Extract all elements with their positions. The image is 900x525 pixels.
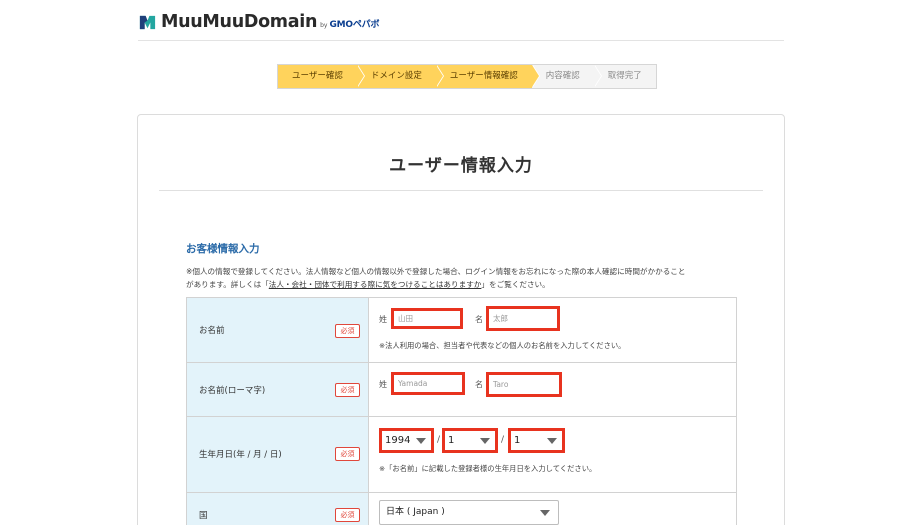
note-pre: があります。詳しくは「 xyxy=(186,280,269,289)
last-name-input[interactable]: 山田 xyxy=(391,308,463,329)
logo-by: by xyxy=(320,22,328,29)
row-head-birthday: 生年月日(年 / 月 / 日) 必須 xyxy=(187,417,369,492)
first-name-roman-input[interactable]: Taro xyxy=(486,372,562,397)
name-label: お名前 xyxy=(199,326,225,336)
progress-steps: ユーザー確認 ドメイン設定 ユーザー情報確認 内容確認 取得完了 xyxy=(277,64,657,89)
birth-year-value: 1994 xyxy=(385,435,411,446)
corporate-use-link[interactable]: 法人・会社・団体で利用する際に気をつけることはありますか xyxy=(269,280,482,289)
logo[interactable]: MuuMuuDomain by GMOペパボ xyxy=(138,12,379,32)
step-label: 内容確認 xyxy=(545,71,580,81)
step-label: ユーザー確認 xyxy=(292,71,343,81)
note-line-2: があります。詳しくは「法人・会社・団体で利用する際に気をつけることはありますか」… xyxy=(186,278,746,291)
country-label: 国 xyxy=(199,511,208,521)
row-head-name-roman: お名前(ローマ字) 必須 xyxy=(187,363,369,416)
row-body-country: 日本 ( Japan ) xyxy=(369,493,736,525)
required-badge: 必須 xyxy=(335,383,360,397)
chevron-down-icon xyxy=(547,438,557,444)
name-hint: ※法人利用の場合、担当者や代表などの個人のお名前を入力してください。 xyxy=(379,341,626,350)
step-confirm: 内容確認 xyxy=(532,65,602,88)
step-complete: 取得完了 xyxy=(594,65,656,88)
chevron-down-icon xyxy=(416,438,426,444)
section-title: お客様情報入力 xyxy=(186,243,260,255)
country-select[interactable]: 日本 ( Japan ) xyxy=(379,500,559,525)
logo-gmo: GMOペパボ xyxy=(329,20,380,30)
step-label: 取得完了 xyxy=(607,71,642,81)
row-body-name: 姓 山田 名 太郎 ※法人利用の場合、担当者や代表などの個人のお名前を入力してく… xyxy=(369,298,736,362)
birth-year-select[interactable]: 1994 xyxy=(379,428,434,453)
birth-month-value: 1 xyxy=(448,435,455,446)
date-separator: / xyxy=(501,435,505,445)
last-name-roman-input[interactable]: Yamada xyxy=(391,372,465,395)
chevron-down-icon xyxy=(540,510,550,516)
first-name-input[interactable]: 太郎 xyxy=(486,306,560,331)
birth-month-select[interactable]: 1 xyxy=(442,428,498,453)
row-body-birthday: 1994 / 1 / 1 ※「お名前」に記載した登録者様の生年月日を入力してくだ… xyxy=(369,417,736,492)
birthday-hint: ※「お名前」に記載した登録者様の生年月日を入力してください。 xyxy=(379,464,597,473)
last-name-label: 姓 xyxy=(379,315,387,324)
row-country: 国 必須 日本 ( Japan ) xyxy=(187,492,736,525)
customer-form: お名前 必須 姓 山田 名 太郎 ※法人利用の場合、担当者や代表などの個人のお名… xyxy=(186,297,737,525)
section-note: ※個人の情報で登録してください。法人情報など個人の情報以外で登録した場合、ログイ… xyxy=(186,265,746,291)
birth-day-select[interactable]: 1 xyxy=(508,428,565,453)
name-roman-label: お名前(ローマ字) xyxy=(199,386,266,396)
step-user-info: ユーザー情報確認 xyxy=(435,65,540,88)
chevron-down-icon xyxy=(480,438,490,444)
required-badge: 必須 xyxy=(335,324,360,338)
first-name-roman-label: 名 xyxy=(475,380,483,389)
step-label: ドメイン設定 xyxy=(370,71,422,81)
form-card: ユーザー情報入力 お客様情報入力 ※個人の情報で登録してください。法人情報など個… xyxy=(137,114,785,525)
first-name-label: 名 xyxy=(475,315,483,324)
row-body-name-roman: 姓 Yamada 名 Taro xyxy=(369,363,736,416)
birth-day-value: 1 xyxy=(514,435,521,446)
site-header: MuuMuuDomain by GMOペパボ xyxy=(138,10,784,41)
muumuu-logo-icon xyxy=(139,15,156,30)
row-birthday: 生年月日(年 / 月 / 日) 必須 1994 / 1 / 1 ※「お名前」に記… xyxy=(187,416,736,492)
note-line-1: ※個人の情報で登録してください。法人情報など個人の情報以外で登録した場合、ログイ… xyxy=(186,267,686,276)
row-head-country: 国 必須 xyxy=(187,493,369,525)
step-label: ユーザー情報確認 xyxy=(449,71,518,81)
date-separator: / xyxy=(437,435,441,445)
last-name-roman-label: 姓 xyxy=(379,380,387,389)
birthday-label: 生年月日(年 / 月 / 日) xyxy=(199,450,282,460)
row-head-name: お名前 必須 xyxy=(187,298,369,362)
title-divider xyxy=(159,190,763,191)
step-user-check: ユーザー確認 xyxy=(278,65,365,88)
logo-text: MuuMuuDomain xyxy=(161,12,318,32)
row-name: お名前 必須 姓 山田 名 太郎 ※法人利用の場合、担当者や代表などの個人のお名… xyxy=(187,298,736,362)
page-title: ユーザー情報入力 xyxy=(389,156,533,176)
row-name-roman: お名前(ローマ字) 必須 姓 Yamada 名 Taro xyxy=(187,362,736,416)
note-post: 」をご覧ください。 xyxy=(481,280,550,289)
step-domain-setting: ドメイン設定 xyxy=(356,65,444,88)
required-badge: 必須 xyxy=(335,508,360,522)
required-badge: 必須 xyxy=(335,447,360,461)
country-value: 日本 ( Japan ) xyxy=(386,507,445,517)
